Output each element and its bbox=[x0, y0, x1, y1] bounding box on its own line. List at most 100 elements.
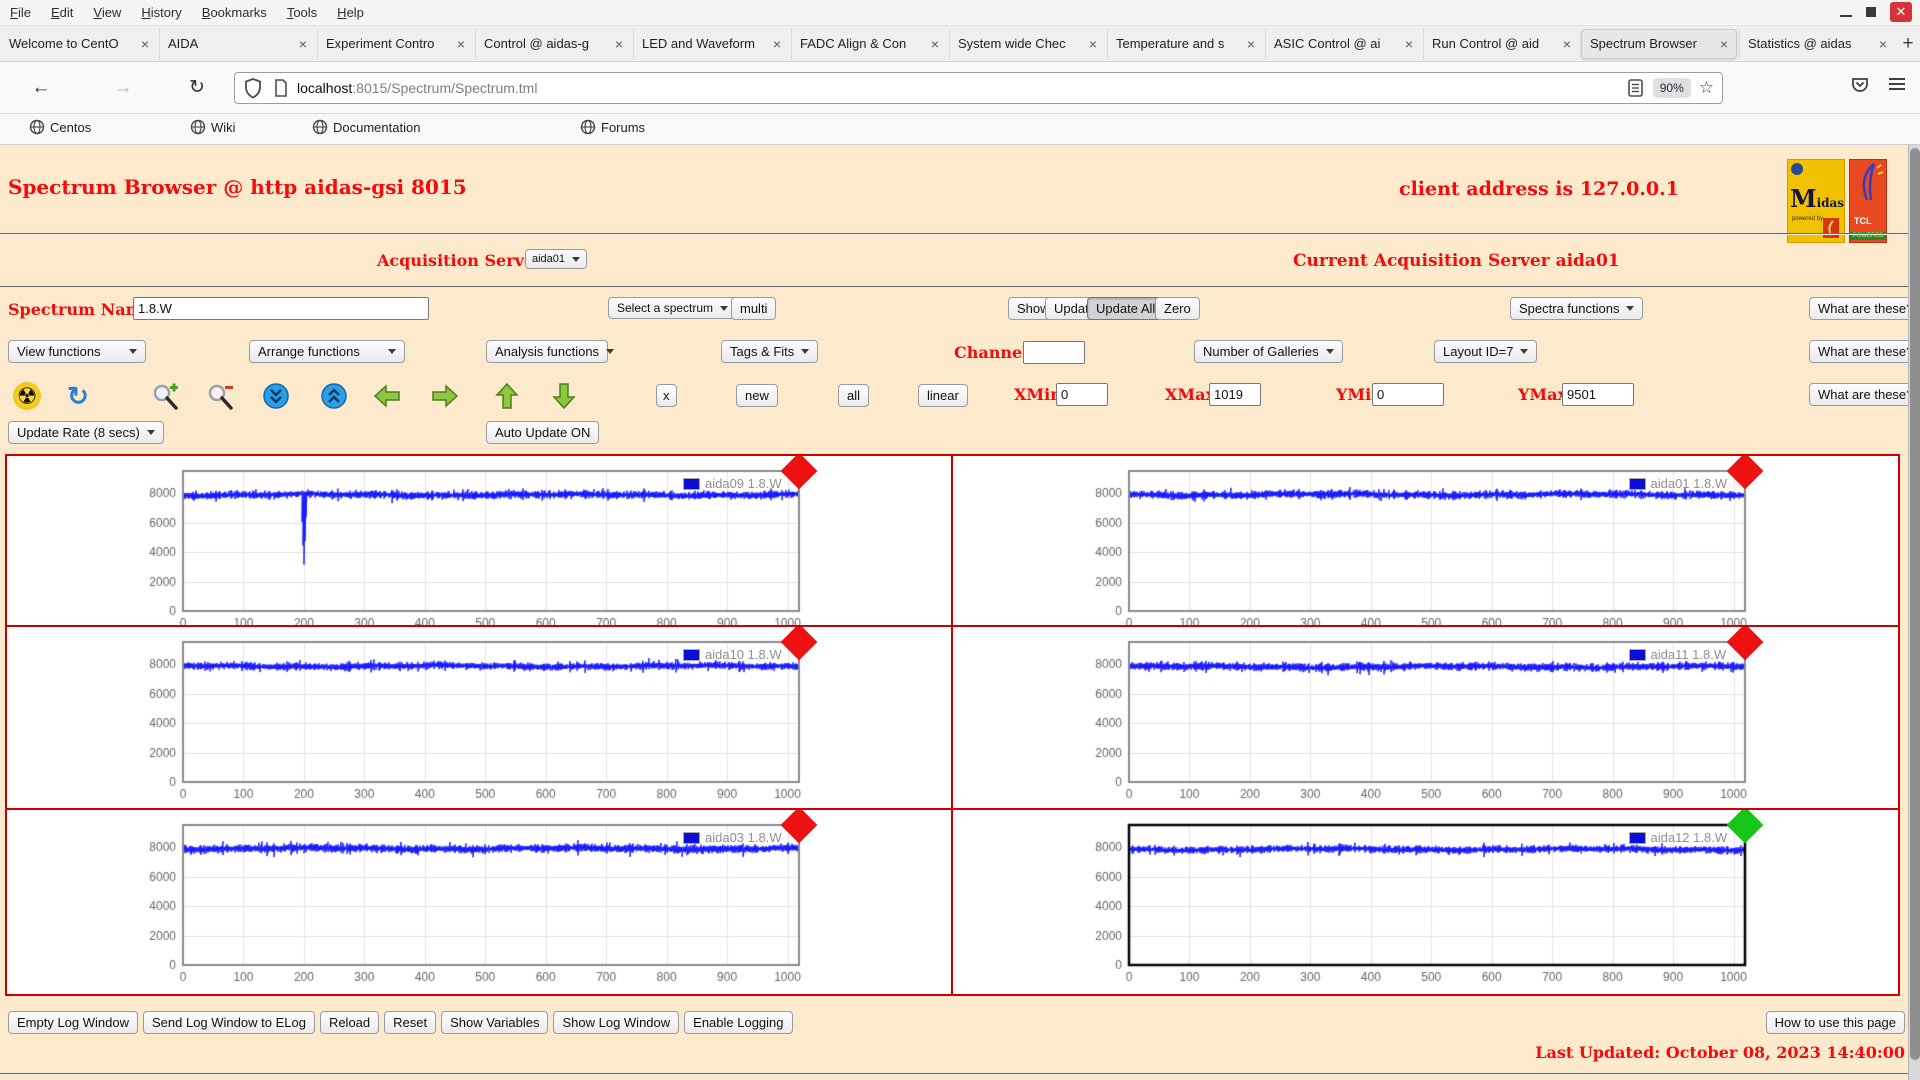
menu-edit[interactable]: Edit bbox=[41, 2, 83, 23]
analysis-functions-dropdown[interactable]: Analysis functions bbox=[486, 340, 608, 363]
ymax-input[interactable] bbox=[1562, 383, 1634, 406]
bookmark-documentation[interactable]: Documentation bbox=[312, 119, 420, 135]
enable-logging-button[interactable]: Enable Logging bbox=[684, 1011, 792, 1034]
tab-close-icon[interactable]: × bbox=[1247, 36, 1255, 52]
tab-close-icon[interactable]: × bbox=[1879, 36, 1887, 52]
tab-asic-control-ai[interactable]: ASIC Control @ ai× bbox=[1265, 29, 1421, 59]
linear-button[interactable]: linear bbox=[918, 384, 968, 407]
update-all-button[interactable]: Update All bbox=[1087, 297, 1164, 320]
menu-bookmarks[interactable]: Bookmarks bbox=[192, 2, 277, 23]
back-button[interactable]: ← bbox=[26, 74, 56, 102]
minimize-icon[interactable] bbox=[1840, 15, 1852, 17]
number-of-galleries-dropdown[interactable]: Number of Galleries bbox=[1194, 340, 1343, 363]
tab-close-icon[interactable]: × bbox=[1720, 36, 1728, 52]
menu-help[interactable]: Help bbox=[327, 2, 374, 23]
arrow-down-icon[interactable] bbox=[549, 381, 579, 411]
show-variables-button[interactable]: Show Variables bbox=[441, 1011, 548, 1034]
plot-cell-aida12[interactable]: aida12 1.8.W bbox=[953, 810, 1899, 994]
tab-close-icon[interactable]: × bbox=[299, 36, 307, 52]
arrow-right-icon[interactable] bbox=[430, 381, 460, 411]
scrollbar[interactable] bbox=[1908, 145, 1920, 1080]
bookmark-wiki[interactable]: Wiki bbox=[190, 119, 236, 135]
new-button[interactable]: new bbox=[736, 384, 778, 407]
maximize-icon[interactable] bbox=[1866, 7, 1876, 17]
tab-spectrum-browser[interactable]: Spectrum Browser× bbox=[1581, 29, 1737, 59]
bookmark-centos[interactable]: Centos bbox=[29, 119, 91, 135]
arrange-functions-dropdown[interactable]: Arrange functions bbox=[249, 340, 405, 363]
forward-button[interactable]: → bbox=[108, 74, 138, 102]
page-icon[interactable] bbox=[273, 78, 289, 98]
plot-cell-aida01[interactable]: aida01 1.8.W bbox=[953, 456, 1899, 627]
url-bar[interactable]: localhost:8015/Spectrum/Spectrum.tml 90%… bbox=[234, 72, 1723, 104]
reset-button[interactable]: Reset bbox=[384, 1011, 436, 1034]
scroll-down-icon[interactable] bbox=[261, 381, 291, 411]
what-are-these-button-2[interactable]: What are these? bbox=[1809, 340, 1920, 363]
bookmark-star-icon[interactable]: ☆ bbox=[1699, 78, 1714, 98]
tab-close-icon[interactable]: × bbox=[1089, 36, 1097, 52]
zoom-in-icon[interactable] bbox=[150, 381, 180, 411]
tcl-powered-logo[interactable]: TCL POWERED bbox=[1849, 159, 1887, 243]
scrollbar-thumb[interactable] bbox=[1910, 148, 1920, 1060]
menu-tools[interactable]: Tools bbox=[277, 2, 327, 23]
tab-close-icon[interactable]: × bbox=[773, 36, 781, 52]
reload-button[interactable]: ↻ bbox=[182, 74, 212, 102]
reload-button[interactable]: Reload bbox=[320, 1011, 379, 1034]
tab-led-and-waveform[interactable]: LED and Waveform× bbox=[633, 29, 789, 59]
tab-system-wide-chec[interactable]: System wide Chec× bbox=[949, 29, 1105, 59]
x-button[interactable]: x bbox=[656, 384, 677, 407]
plot-cell-aida09[interactable]: aida09 1.8.W bbox=[7, 456, 953, 627]
ymin-input[interactable] bbox=[1372, 383, 1444, 406]
tab-close-icon[interactable]: × bbox=[1563, 36, 1571, 52]
tab-close-icon[interactable]: × bbox=[615, 36, 623, 52]
tab-statistics-aidas[interactable]: Statistics @ aidas× bbox=[1739, 29, 1895, 59]
midas-logo[interactable]: Midas powered by bbox=[1787, 159, 1845, 243]
layout-id-dropdown[interactable]: Layout ID=7 bbox=[1434, 340, 1537, 363]
bookmark-forums[interactable]: Forums bbox=[580, 119, 645, 135]
tab-close-icon[interactable]: × bbox=[931, 36, 939, 52]
xmin-input[interactable] bbox=[1056, 383, 1108, 406]
what-are-these-button-3[interactable]: What are these? bbox=[1809, 383, 1920, 406]
what-are-these-button-1[interactable]: What are these? bbox=[1809, 297, 1920, 320]
spectrum-name-input[interactable] bbox=[133, 297, 429, 320]
radiation-icon[interactable]: ☢ bbox=[12, 381, 42, 411]
menu-history[interactable]: History bbox=[131, 2, 191, 23]
how-to-use-button[interactable]: How to use this page bbox=[1766, 1011, 1905, 1034]
view-functions-dropdown[interactable]: View functions bbox=[8, 340, 146, 363]
send-log-window-to-elog-button[interactable]: Send Log Window to ELog bbox=[143, 1011, 315, 1034]
acquisition-server-select[interactable]: aida01 bbox=[525, 249, 587, 269]
url-text[interactable]: localhost:8015/Spectrum/Spectrum.tml bbox=[297, 80, 1627, 96]
menu-view[interactable]: View bbox=[83, 2, 131, 23]
zoom-level-badge[interactable]: 90% bbox=[1653, 78, 1691, 98]
hamburger-menu-icon[interactable] bbox=[1882, 74, 1912, 102]
tab-control-aidas-g[interactable]: Control @ aidas-g× bbox=[475, 29, 631, 59]
tab-close-icon[interactable]: × bbox=[141, 36, 149, 52]
spectra-functions-dropdown[interactable]: Spectra functions bbox=[1510, 297, 1643, 320]
menu-file[interactable]: File bbox=[0, 2, 41, 23]
arrow-left-icon[interactable] bbox=[372, 381, 402, 411]
xmax-input[interactable] bbox=[1209, 383, 1261, 406]
tab-run-control-aid[interactable]: Run Control @ aid× bbox=[1423, 29, 1579, 59]
zero-button[interactable]: Zero bbox=[1155, 297, 1200, 320]
tab-close-icon[interactable]: × bbox=[1405, 36, 1413, 52]
tab-welcome-to-cento[interactable]: Welcome to CentO× bbox=[1, 29, 157, 59]
multi-button[interactable]: multi bbox=[731, 297, 776, 320]
show-log-window-button[interactable]: Show Log Window bbox=[553, 1011, 679, 1034]
reader-mode-icon[interactable] bbox=[1627, 78, 1645, 98]
tab-fadc-align-con[interactable]: FADC Align & Con× bbox=[791, 29, 947, 59]
update-rate-dropdown[interactable]: Update Rate (8 secs) bbox=[8, 421, 164, 444]
tab-aida[interactable]: AIDA× bbox=[159, 29, 315, 59]
tags-fits-dropdown[interactable]: Tags & Fits bbox=[721, 340, 818, 363]
refresh-icon[interactable]: ↻ bbox=[63, 381, 93, 411]
pocket-icon[interactable] bbox=[1845, 74, 1875, 102]
arrow-up-icon[interactable] bbox=[492, 381, 522, 411]
select-spectrum-dropdown[interactable]: Select a spectrum bbox=[608, 297, 737, 319]
new-tab-button[interactable]: + bbox=[1896, 33, 1920, 55]
auto-update-button[interactable]: Auto Update ON bbox=[486, 421, 599, 444]
tab-temperature-and-s[interactable]: Temperature and s× bbox=[1107, 29, 1263, 59]
all-button[interactable]: all bbox=[838, 384, 869, 407]
channel-input[interactable] bbox=[1023, 341, 1085, 364]
shield-icon[interactable] bbox=[243, 77, 263, 99]
tab-close-icon[interactable]: × bbox=[457, 36, 465, 52]
tab-experiment-contro[interactable]: Experiment Contro× bbox=[317, 29, 473, 59]
close-window-icon[interactable]: ✕ bbox=[1890, 2, 1912, 22]
